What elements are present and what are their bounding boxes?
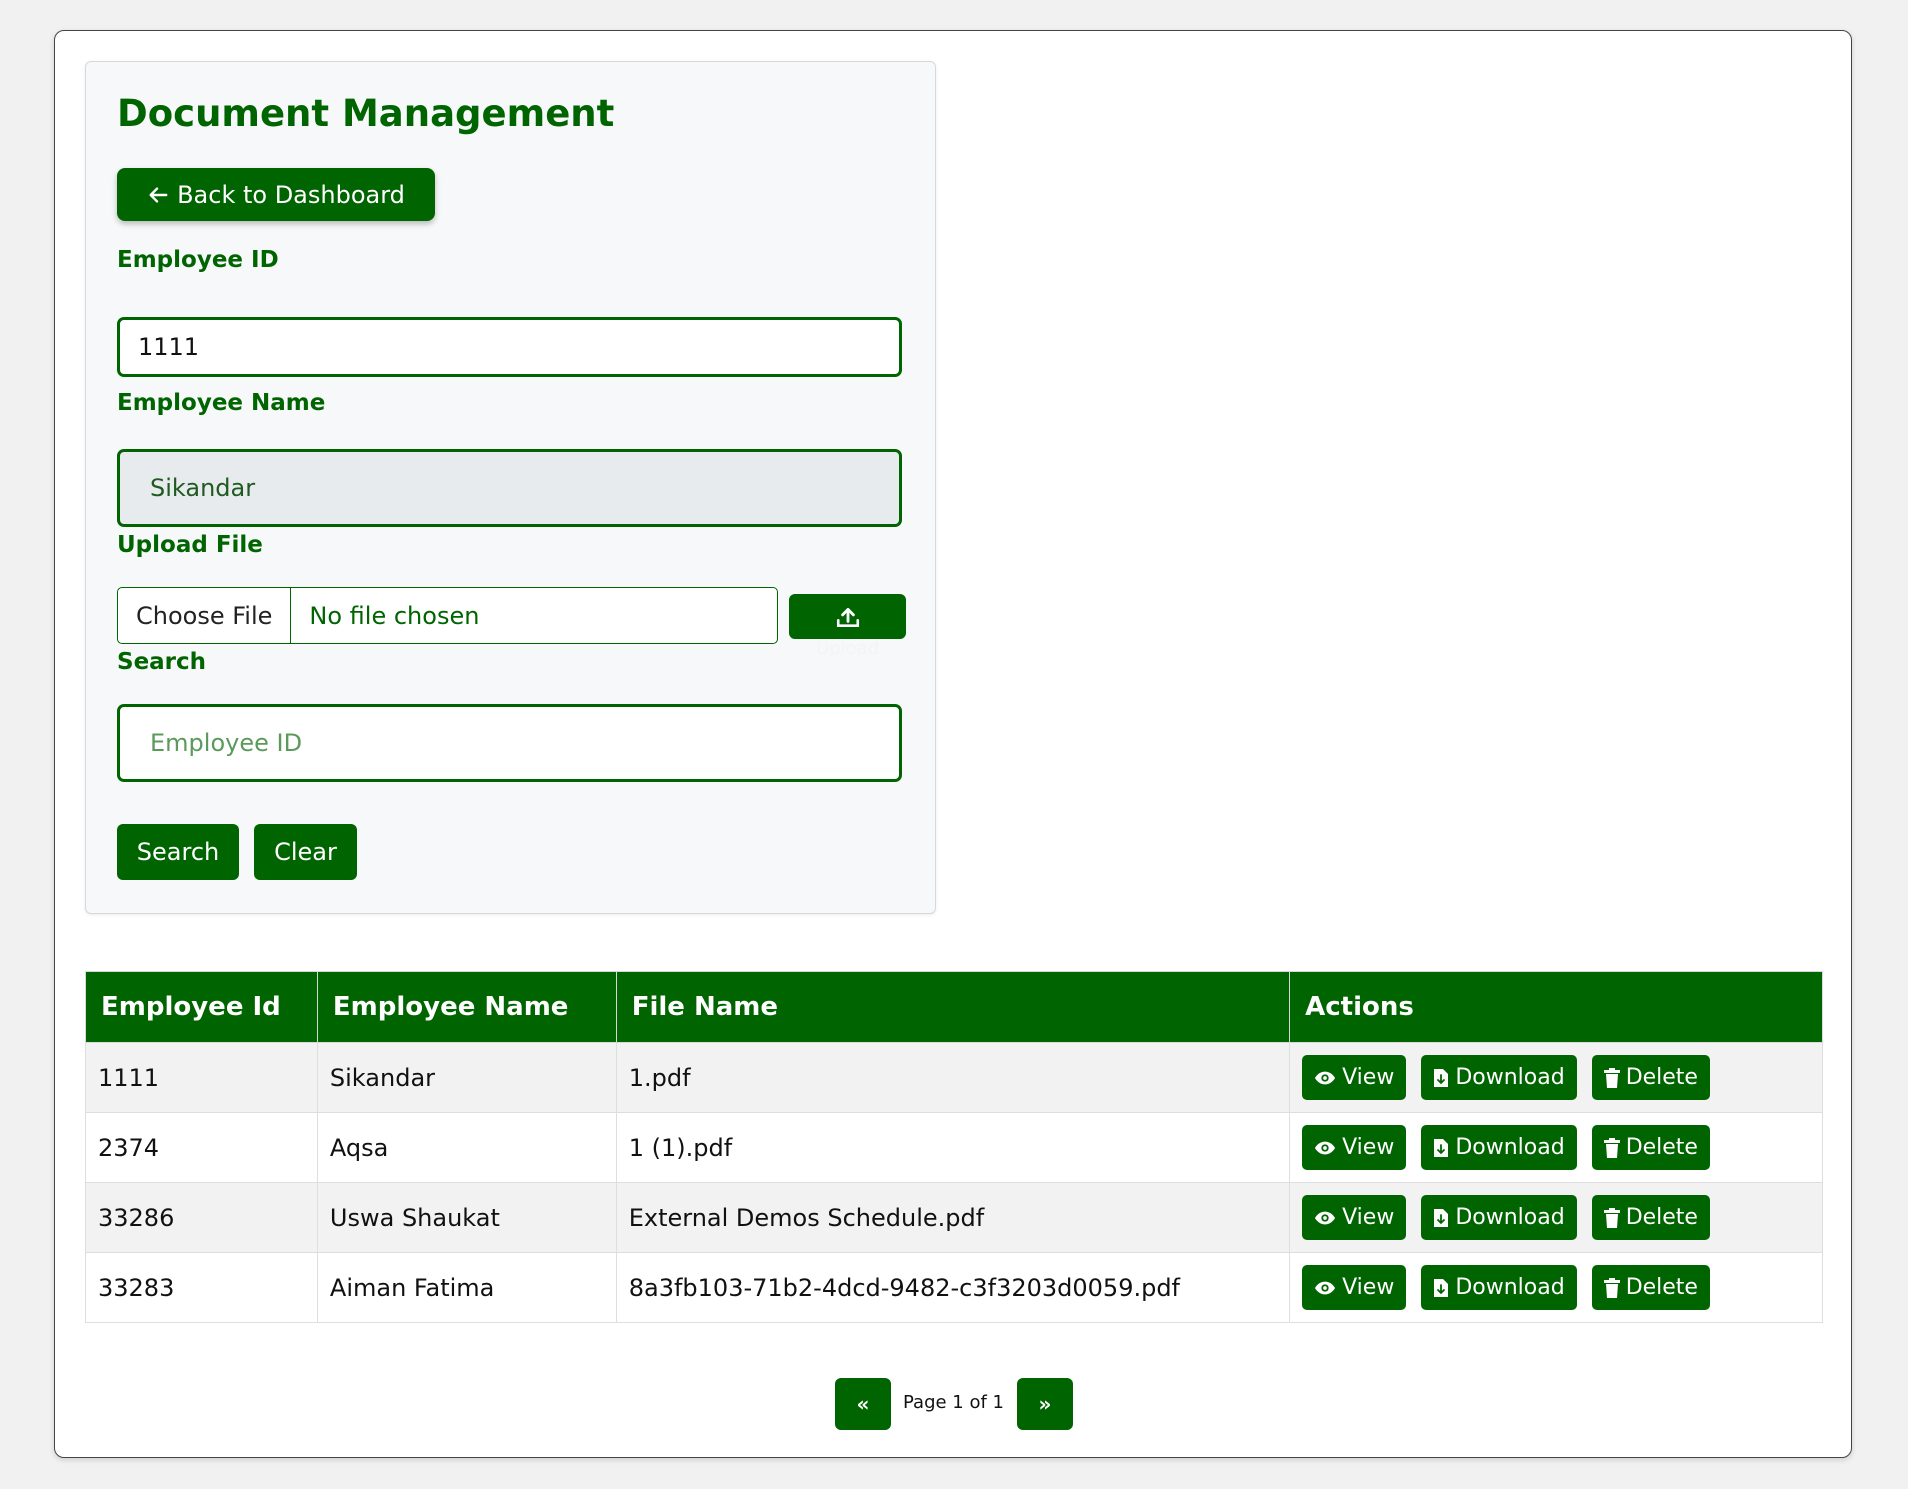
view-button[interactable]: View [1302,1265,1407,1310]
search-input[interactable] [117,704,902,782]
file-download-icon [1433,1208,1449,1228]
main-container: Document Management Back to Dashboard Em… [54,30,1852,1458]
view-label: View [1342,1205,1395,1230]
upload-button-label: Upload [815,638,880,659]
delete-button[interactable]: Delete [1591,1055,1710,1100]
cell-actions: View Download Delete [1289,1252,1823,1323]
trash-icon [1603,1207,1620,1228]
header-actions: Actions [1289,971,1823,1043]
delete-label: Delete [1625,1275,1698,1300]
eye-icon [1314,1070,1336,1086]
upload-icon [835,604,861,630]
file-input[interactable]: Choose File No file chosen [117,587,778,644]
table-row: 1111 Sikandar 1.pdf View Download Delete [85,1042,1823,1113]
cell-actions: View Download Delete [1289,1112,1823,1183]
eye-icon [1314,1280,1336,1296]
cell-employee-name: Sikandar [316,1042,617,1113]
table-header-row: Employee Id Employee Name File Name Acti… [85,971,1823,1043]
delete-button[interactable]: Delete [1591,1125,1710,1170]
cell-file-name: 8a3fb103-71b2-4dcd-9482-c3f3203d0059.pdf [615,1252,1291,1323]
back-to-dashboard-label: Back to Dashboard [177,180,405,209]
clear-button[interactable]: Clear [254,824,357,880]
arrow-left-icon [147,184,169,206]
delete-label: Delete [1625,1065,1698,1090]
header-file-name[interactable]: File Name [615,971,1291,1043]
cell-file-name: 1 (1).pdf [615,1112,1291,1183]
view-label: View [1342,1275,1395,1300]
delete-label: Delete [1625,1135,1698,1160]
documents-table: Employee Id Employee Name File Name Acti… [85,971,1823,1323]
file-download-icon [1433,1278,1449,1298]
delete-label: Delete [1625,1205,1698,1230]
page-info: Page 1 of 1 [903,1392,1004,1413]
cell-employee-id: 2374 [85,1112,318,1183]
view-button[interactable]: View [1302,1195,1407,1240]
download-label: Download [1455,1065,1565,1090]
cell-employee-id: 33286 [85,1182,318,1253]
download-button[interactable]: Download [1421,1125,1577,1170]
cell-actions: View Download Delete [1289,1182,1823,1253]
next-page-button[interactable]: » [1017,1378,1073,1430]
view-button[interactable]: View [1302,1125,1407,1170]
view-button[interactable]: View [1302,1055,1407,1100]
search-button[interactable]: Search [117,824,239,880]
download-label: Download [1455,1275,1565,1300]
header-employee-id[interactable]: Employee Id [85,971,318,1043]
cell-employee-name: Aqsa [316,1112,617,1183]
download-button[interactable]: Download [1421,1265,1577,1310]
download-button[interactable]: Download [1421,1055,1577,1100]
table-row: 33286 Uswa Shaukat External Demos Schedu… [85,1182,1823,1253]
delete-button[interactable]: Delete [1591,1195,1710,1240]
trash-icon [1603,1137,1620,1158]
delete-button[interactable]: Delete [1591,1265,1710,1310]
table-row: 33283 Aiman Fatima 8a3fb103-71b2-4dcd-94… [85,1252,1823,1323]
cell-employee-name: Aiman Fatima [316,1252,617,1323]
cell-actions: View Download Delete [1289,1042,1823,1113]
cell-file-name: 1.pdf [615,1042,1291,1113]
trash-icon [1603,1277,1620,1298]
back-to-dashboard-button[interactable]: Back to Dashboard [117,168,435,221]
employee-name-label: Employee Name [117,390,326,416]
eye-icon [1314,1210,1336,1226]
pagination: « Page 1 of 1 » [55,1378,1851,1430]
cell-employee-id: 1111 [85,1042,318,1113]
header-employee-name[interactable]: Employee Name [316,971,617,1043]
file-download-icon [1433,1068,1449,1088]
view-label: View [1342,1065,1395,1090]
eye-icon [1314,1140,1336,1156]
employee-id-input[interactable] [117,317,902,377]
file-status-text: No file chosen [309,601,480,630]
upload-file-label: Upload File [117,532,263,558]
table-row: 2374 Aqsa 1 (1).pdf View Download Delete [85,1112,1823,1183]
page-title: Document Management [117,92,615,135]
cell-file-name: External Demos Schedule.pdf [615,1182,1291,1253]
employee-id-label: Employee ID [117,247,279,273]
prev-page-button[interactable]: « [835,1378,891,1430]
view-label: View [1342,1135,1395,1160]
download-button[interactable]: Download [1421,1195,1577,1240]
employee-name-input[interactable] [117,449,902,527]
download-label: Download [1455,1205,1565,1230]
cell-employee-id: 33283 [85,1252,318,1323]
document-form-panel: Document Management Back to Dashboard Em… [85,61,936,914]
cell-employee-name: Uswa Shaukat [316,1182,617,1253]
download-label: Download [1455,1135,1565,1160]
trash-icon [1603,1067,1620,1088]
search-label: Search [117,649,207,675]
choose-file-button[interactable]: Choose File [118,588,292,643]
upload-button[interactable] [789,594,906,639]
file-download-icon [1433,1138,1449,1158]
